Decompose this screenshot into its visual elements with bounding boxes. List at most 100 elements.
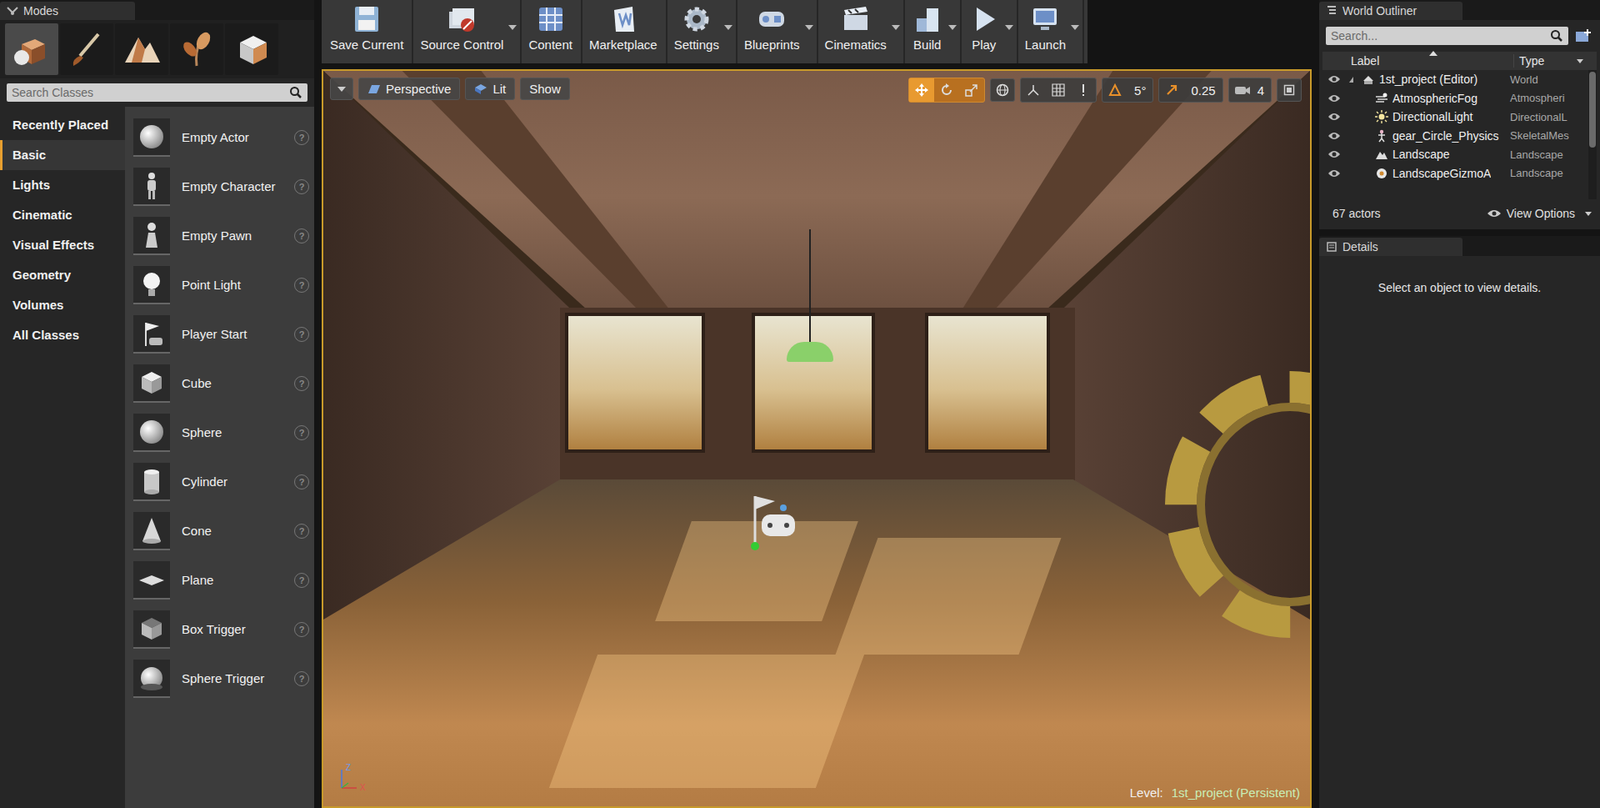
help-icon[interactable]: ?	[294, 621, 310, 637]
help-icon[interactable]: ?	[294, 326, 310, 342]
class-item[interactable]: Box Trigger?	[133, 604, 310, 654]
modes-tab[interactable]: Modes	[0, 1, 135, 20]
category-item[interactable]: Recently Placed	[0, 110, 125, 140]
outliner-search-field[interactable]: Search...	[1325, 26, 1569, 45]
transform-tool[interactable]	[934, 78, 960, 102]
dropdown-arrow-icon[interactable]	[948, 25, 957, 30]
toolbar-button[interactable]: Marketplace	[584, 0, 663, 54]
outliner-row[interactable]: AtmosphericFogAtmospheri	[1322, 89, 1589, 109]
surface-snap-button[interactable]	[1020, 78, 1046, 102]
outliner-row[interactable]: LandscapeLandscape	[1322, 145, 1589, 165]
view-options-button[interactable]: View Options	[1486, 206, 1592, 220]
scale-snap-toggle[interactable]	[1159, 78, 1185, 102]
class-item[interactable]: Empty Character?	[133, 161, 310, 211]
class-item[interactable]: Empty Actor?	[133, 112, 310, 162]
mode-tab[interactable]	[225, 23, 279, 75]
eye-icon[interactable]	[1327, 111, 1341, 122]
outliner-row[interactable]: gear_Circle_PhysicsSkeletalMes	[1322, 126, 1589, 146]
expand-arrow-icon[interactable]	[1349, 76, 1354, 83]
help-icon[interactable]: ?	[294, 130, 310, 145]
viewport-menu-button[interactable]	[330, 77, 354, 100]
toolbar-button[interactable]: Cinematics	[820, 0, 892, 54]
show-button[interactable]: Show	[520, 77, 570, 100]
help-icon[interactable]: ?	[294, 572, 310, 588]
toolbar-button[interactable]: Source Control	[415, 0, 509, 54]
category-item[interactable]: Lights	[0, 170, 125, 200]
expand-arrow-icon[interactable]	[1362, 112, 1371, 121]
dropdown-arrow-icon[interactable]	[1070, 25, 1080, 30]
dropdown-arrow-icon[interactable]	[508, 25, 517, 30]
help-icon[interactable]: ?	[294, 179, 310, 195]
class-item[interactable]: Cylinder?	[133, 456, 310, 506]
toolbar-button[interactable]: Launch	[1020, 0, 1071, 54]
class-item[interactable]: Sphere Trigger?	[133, 653, 310, 703]
help-icon[interactable]: ?	[294, 474, 310, 490]
outliner-row[interactable]: LandscapeGizmoALandscape	[1322, 164, 1589, 184]
add-folder-button[interactable]	[1573, 26, 1594, 45]
player-start-icon[interactable]	[740, 487, 807, 555]
eye-icon[interactable]	[1327, 149, 1341, 160]
warning-button[interactable]	[1070, 78, 1096, 102]
class-item[interactable]: Empty Pawn?	[133, 210, 310, 260]
camera-speed-value[interactable]: 4	[1250, 83, 1271, 98]
mode-tab[interactable]	[170, 23, 224, 75]
class-item[interactable]: Point Light?	[133, 260, 310, 310]
view-mode-button[interactable]: Perspective	[358, 77, 460, 100]
rotation-snap-value[interactable]: 5°	[1127, 83, 1153, 98]
class-search-field[interactable]: Search Classes	[6, 83, 308, 102]
outliner-tab[interactable]: World Outliner	[1319, 1, 1463, 20]
mode-tab[interactable]	[60, 23, 114, 75]
lighting-button[interactable]: Lit	[465, 77, 515, 100]
outliner-scrollbar[interactable]	[1588, 70, 1597, 200]
help-icon[interactable]: ?	[294, 425, 310, 440]
scale-snap-value[interactable]: 0.25	[1184, 83, 1222, 98]
dropdown-arrow-icon[interactable]	[891, 25, 900, 30]
rotation-snap-toggle[interactable]	[1102, 78, 1128, 102]
category-item[interactable]: Visual Effects	[0, 230, 125, 260]
toolbar-button[interactable]: Settings	[669, 0, 725, 54]
dropdown-arrow-icon[interactable]	[724, 25, 733, 30]
category-item[interactable]: Cinematic	[0, 200, 125, 230]
expand-arrow-icon[interactable]	[1362, 150, 1371, 159]
class-item[interactable]: Player Start?	[133, 309, 310, 359]
expand-arrow-icon[interactable]	[1362, 131, 1371, 140]
help-icon[interactable]: ?	[294, 375, 310, 391]
maximize-button[interactable]	[1276, 78, 1302, 102]
transform-tool[interactable]	[959, 78, 985, 102]
eye-icon[interactable]	[1327, 74, 1341, 85]
category-item[interactable]: All Classes	[0, 320, 125, 350]
class-item[interactable]: Plane?	[133, 555, 310, 605]
category-item[interactable]: Volumes	[0, 290, 125, 320]
label-column-header[interactable]: Label	[1345, 54, 1514, 68]
details-tab[interactable]: Details	[1319, 237, 1463, 256]
outliner-row[interactable]: 1st_project (Editor)World	[1322, 70, 1589, 90]
dropdown-arrow-icon[interactable]	[1005, 25, 1014, 30]
help-icon[interactable]: ?	[294, 670, 310, 686]
eye-icon[interactable]	[1327, 168, 1341, 179]
category-item[interactable]: Basic	[0, 140, 125, 170]
dropdown-arrow-icon[interactable]	[805, 25, 814, 30]
toolbar-button[interactable]: Blueprints	[739, 0, 805, 54]
toolbar-button[interactable]: Build	[906, 0, 949, 54]
toolbar-button[interactable]: Content	[523, 0, 578, 54]
category-item[interactable]: Geometry	[0, 260, 125, 290]
type-column-header[interactable]: Type	[1513, 54, 1597, 68]
level-viewport[interactable]: PerspectiveLitShow5°0.254ZXLevel:1st_pro…	[321, 69, 1312, 808]
outliner-row[interactable]: DirectionalLightDirectionalL	[1322, 107, 1589, 127]
eye-icon[interactable]	[1327, 93, 1341, 104]
help-icon[interactable]: ?	[294, 277, 310, 293]
expand-arrow-icon[interactable]	[1362, 94, 1371, 103]
grid-snap-button[interactable]	[1045, 78, 1071, 102]
class-item[interactable]: Cone?	[133, 505, 310, 555]
mode-tab[interactable]	[5, 23, 59, 75]
mode-tab[interactable]	[115, 23, 169, 75]
class-item[interactable]: Cube?	[133, 358, 310, 408]
expand-arrow-icon[interactable]	[1362, 169, 1371, 178]
transform-tool[interactable]	[909, 78, 935, 102]
toolbar-button[interactable]: Save Current	[325, 0, 409, 54]
toolbar-button[interactable]: Play	[963, 0, 1005, 54]
help-icon[interactable]: ?	[294, 228, 310, 244]
class-item[interactable]: Sphere?	[133, 407, 310, 457]
help-icon[interactable]: ?	[294, 523, 310, 539]
eye-icon[interactable]	[1327, 130, 1341, 141]
